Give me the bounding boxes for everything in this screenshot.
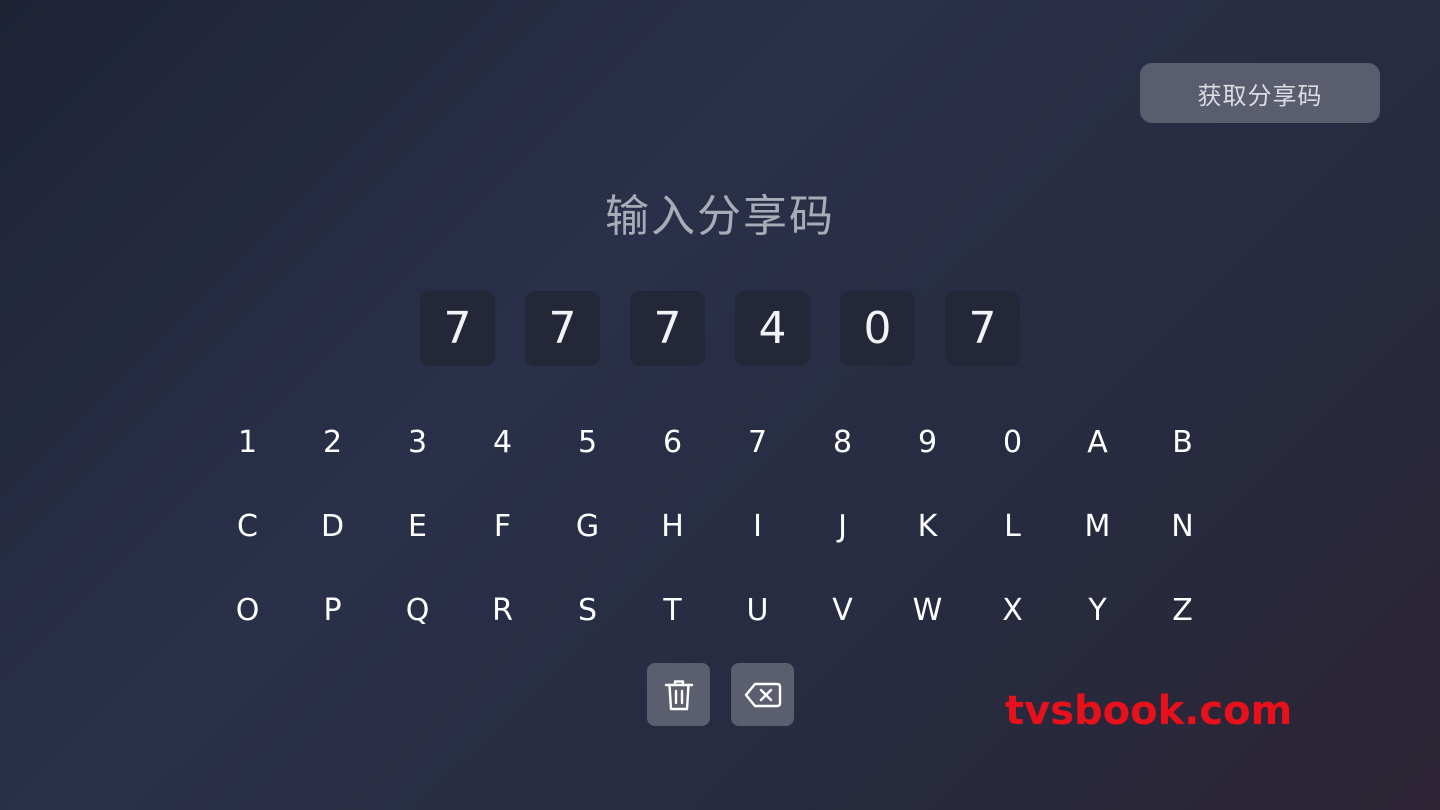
key[interactable]: F <box>460 484 545 568</box>
key[interactable]: B <box>1140 400 1225 484</box>
key[interactable]: M <box>1055 484 1140 568</box>
key[interactable]: 8 <box>800 400 885 484</box>
backspace-button[interactable] <box>731 663 794 726</box>
key[interactable]: 0 <box>970 400 1055 484</box>
key[interactable]: V <box>800 568 885 652</box>
code-digit-2: 7 <box>525 291 600 366</box>
watermark: tvsbook.com <box>1005 688 1293 734</box>
keyboard-row-1: 1 2 3 4 5 6 7 8 9 0 A B <box>205 400 1225 484</box>
code-digit-6: 7 <box>945 291 1020 366</box>
backspace-icon <box>744 682 781 707</box>
key[interactable]: 6 <box>630 400 715 484</box>
key[interactable]: K <box>885 484 970 568</box>
code-digit-1: 7 <box>420 291 495 366</box>
key[interactable]: 9 <box>885 400 970 484</box>
key[interactable]: X <box>970 568 1055 652</box>
keyboard-actions <box>647 663 794 726</box>
key[interactable]: 1 <box>205 400 290 484</box>
key[interactable]: O <box>205 568 290 652</box>
key[interactable]: Q <box>375 568 460 652</box>
key[interactable]: I <box>715 484 800 568</box>
key[interactable]: Y <box>1055 568 1140 652</box>
key[interactable]: P <box>290 568 375 652</box>
clear-all-button[interactable] <box>647 663 710 726</box>
key[interactable]: R <box>460 568 545 652</box>
key[interactable]: E <box>375 484 460 568</box>
key[interactable]: 3 <box>375 400 460 484</box>
key[interactable]: C <box>205 484 290 568</box>
key[interactable]: 4 <box>460 400 545 484</box>
key[interactable]: 2 <box>290 400 375 484</box>
code-digit-4: 4 <box>735 291 810 366</box>
key[interactable]: H <box>630 484 715 568</box>
key[interactable]: 5 <box>545 400 630 484</box>
key[interactable]: J <box>800 484 885 568</box>
key[interactable]: T <box>630 568 715 652</box>
code-digit-5: 0 <box>840 291 915 366</box>
keyboard-row-2: C D E F G H I J K L M N <box>205 484 1225 568</box>
key[interactable]: L <box>970 484 1055 568</box>
key[interactable]: D <box>290 484 375 568</box>
get-share-code-button[interactable]: 获取分享码 <box>1140 63 1380 123</box>
code-digit-3: 7 <box>630 291 705 366</box>
key[interactable]: A <box>1055 400 1140 484</box>
share-code-display: 7 7 7 4 0 7 <box>420 291 1020 366</box>
key[interactable]: G <box>545 484 630 568</box>
page-title: 输入分享码 <box>605 191 835 242</box>
key[interactable]: N <box>1140 484 1225 568</box>
key[interactable]: 7 <box>715 400 800 484</box>
trash-icon <box>664 679 693 710</box>
key[interactable]: Z <box>1140 568 1225 652</box>
keyboard-row-3: O P Q R S T U V W X Y Z <box>205 568 1225 652</box>
on-screen-keyboard: 1 2 3 4 5 6 7 8 9 0 A B C D E F G H I J … <box>205 400 1225 652</box>
key[interactable]: U <box>715 568 800 652</box>
key[interactable]: S <box>545 568 630 652</box>
key[interactable]: W <box>885 568 970 652</box>
